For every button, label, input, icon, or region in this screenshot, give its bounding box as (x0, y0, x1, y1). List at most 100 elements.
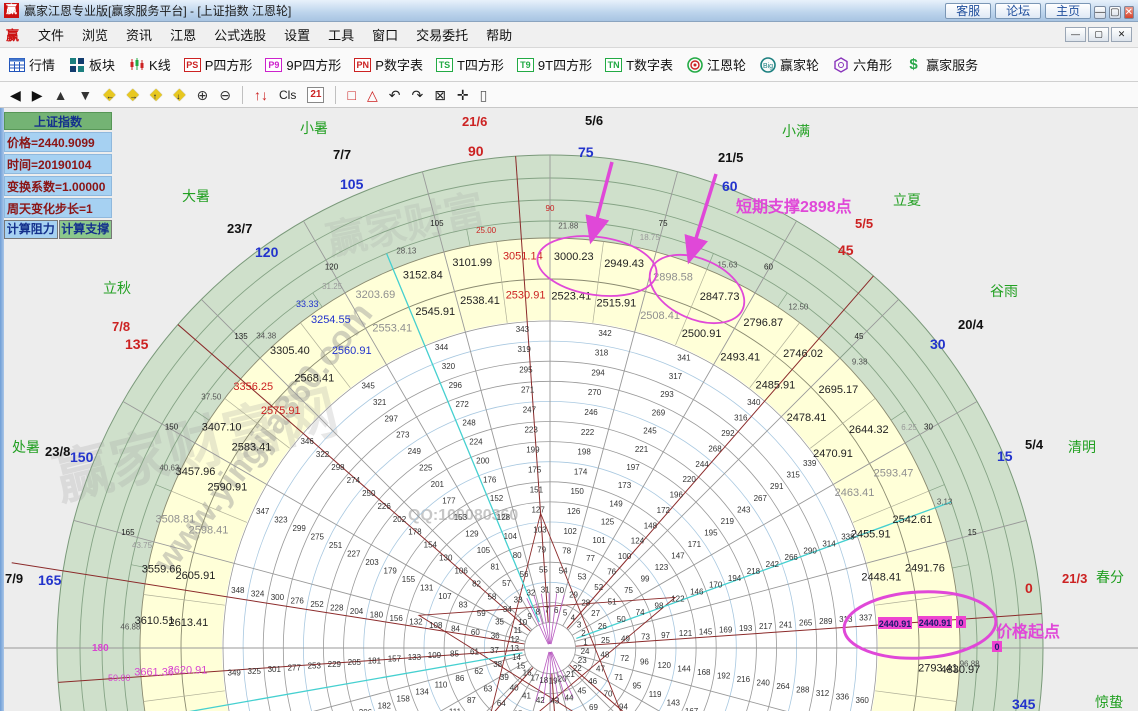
wheel-number: 248 (462, 419, 476, 428)
titlebar-button-home[interactable]: 主页 (1045, 3, 1091, 19)
toolbar-button-六角形[interactable]: 六角形 (832, 55, 892, 74)
t-updown-button[interactable]: ↑↓ (254, 85, 268, 105)
price-label-outer: 3457.96 (176, 466, 216, 478)
mdi-close-button[interactable]: ✕ (1111, 27, 1132, 42)
wheel-number: 32 (526, 589, 535, 598)
outer-term-label: 春分 (1096, 569, 1124, 585)
menu-item-江恩[interactable]: 江恩 (161, 25, 205, 46)
wheel-number: 81 (491, 562, 500, 571)
menu-item-帮助[interactable]: 帮助 (477, 25, 521, 46)
wheel-number: 194 (728, 574, 742, 583)
toolbar-button-P四方形[interactable]: PSP四方形 (184, 55, 253, 74)
gann-wheel-chart: www.yingjia360.com赢家财富网赢家财富QQ:1000803601… (0, 108, 1138, 711)
down-pointer-button[interactable]: ▼ (78, 85, 92, 105)
menu-item-资讯[interactable]: 资讯 (117, 25, 161, 46)
calendar-button[interactable]: 21 (307, 87, 324, 103)
menu-item-文件[interactable]: 文件 (29, 25, 73, 46)
wheel-number: 294 (591, 368, 605, 377)
mdi-restore-button[interactable]: ▢ (1088, 27, 1109, 42)
zoom-out-button[interactable]: ⊖ (219, 85, 231, 105)
price-label-outer: 3000.23 (554, 251, 594, 263)
diamond-right-button[interactable]: ◆→ (127, 85, 139, 105)
wheel-number: 61 (470, 648, 479, 657)
wheel-number: 49 (621, 634, 630, 643)
outer-dateR-label: 21/3 (1062, 571, 1087, 586)
wheel-number: 198 (577, 448, 591, 457)
toolbar-button-赢家轮[interactable]: Big赢家轮 (759, 55, 819, 74)
wheel-number: 346 (300, 437, 314, 446)
price-label-inner: 2448.41 (861, 572, 901, 584)
wheel-number: 205 (348, 658, 362, 667)
menu-item-工具[interactable]: 工具 (319, 25, 363, 46)
next-arrow-button[interactable]: ▶ (32, 85, 43, 105)
wheel-number: 35 (495, 617, 504, 626)
diamond-left-button[interactable]: ◆← (103, 85, 115, 105)
wheel-number: 144 (677, 665, 691, 674)
stamp-button[interactable]: ▯ (480, 85, 488, 105)
rotate-cw-button[interactable]: ↷ (411, 85, 423, 105)
boxed-x-button[interactable]: ⊠ (434, 85, 446, 105)
wheel-number: 103 (533, 525, 547, 534)
red-triangle-button[interactable]: △ (367, 85, 378, 105)
toolbar-label: K线 (149, 55, 171, 74)
toolbar-label: 9P四方形 (286, 55, 341, 74)
price-label-outer: 2695.17 (819, 384, 859, 396)
wheel-number: 300 (271, 593, 285, 602)
toolbar-button-K线[interactable]: K线 (128, 55, 171, 74)
diamond-down-button[interactable]: ◆↓ (173, 85, 185, 105)
titlebar-button-service[interactable]: 客服 (945, 3, 991, 19)
zoom-in-button[interactable]: ⊕ (197, 85, 209, 105)
toolbar-button-板块[interactable]: 板块 (68, 55, 115, 74)
cls-button[interactable]: Cls (279, 85, 296, 105)
menu-item-浏览[interactable]: 浏览 (73, 25, 117, 46)
toolbar-button-赢家服务[interactable]: $赢家服务 (905, 55, 978, 74)
outer-blue-label: 120 (255, 244, 279, 260)
toolbar-button-行情[interactable]: 行情 (8, 55, 55, 74)
svg-text:Big: Big (762, 63, 772, 70)
calc-support-button[interactable]: 计算支撑 (59, 220, 113, 239)
toolbar-button-9P四方形[interactable]: P99P四方形 (265, 55, 341, 74)
wheel-number: 154 (424, 541, 438, 550)
toolbar-button-T数字表[interactable]: TNT数字表 (605, 55, 673, 74)
menu-item-公式选股[interactable]: 公式选股 (205, 25, 275, 46)
wheel-number: 225 (419, 464, 433, 473)
highlight-value: 0 (994, 642, 999, 652)
toolbar-button-9T四方形[interactable]: T99T四方形 (517, 55, 592, 74)
wheel-number: 271 (521, 385, 535, 394)
wheel-number: 197 (626, 463, 640, 472)
menu-item-交易委托[interactable]: 交易委托 (407, 25, 477, 46)
toolbar-button-P数字表[interactable]: PNP数字表 (354, 55, 423, 74)
titlebar-button-forum[interactable]: 论坛 (995, 3, 1041, 19)
wheel-number: 221 (635, 445, 649, 454)
maximize-button[interactable]: ▢ (1109, 6, 1120, 19)
toolbar-button-T四方形[interactable]: TST四方形 (436, 55, 504, 74)
wheel-number: 145 (699, 627, 713, 636)
red-rect-button[interactable]: □ (347, 85, 355, 105)
close-button[interactable]: ✕ (1124, 6, 1134, 19)
percent-ring-label: 18.75 (640, 233, 661, 242)
wheel-number: 87 (467, 696, 476, 705)
prev-arrow-button[interactable]: ◀ (10, 85, 21, 105)
minimize-button[interactable]: — (1094, 6, 1106, 19)
wheel-number: 40 (510, 684, 519, 693)
diamond-up-button[interactable]: ◆↑ (150, 85, 162, 105)
wheel-number: 315 (787, 471, 801, 480)
mdi-minimize-button[interactable]: — (1065, 27, 1086, 42)
window-frame-edge (0, 108, 4, 711)
rotate-ccw-button[interactable]: ↶ (389, 85, 401, 105)
up-pointer-button[interactable]: ▲ (54, 85, 68, 105)
wheel-number: 296 (449, 381, 463, 390)
wheel-number: 106 (454, 566, 468, 575)
calc-resistance-button[interactable]: 计算阻力 (4, 220, 58, 239)
menu-item-设置[interactable]: 设置 (275, 25, 319, 46)
menu-item-窗口[interactable]: 窗口 (363, 25, 407, 46)
wheel-number: 9 (527, 612, 532, 621)
wheel-number: 274 (347, 476, 361, 485)
wheel-number: 288 (796, 686, 810, 695)
toolbar-button-江恩轮[interactable]: 江恩轮 (686, 55, 746, 74)
wheel-number: 266 (785, 553, 799, 562)
wheel-number: 56 (520, 570, 529, 579)
wheel-number: 19 (549, 676, 558, 685)
wheel-number: 299 (292, 524, 306, 533)
center-cross-button[interactable]: ✛ (457, 85, 469, 105)
